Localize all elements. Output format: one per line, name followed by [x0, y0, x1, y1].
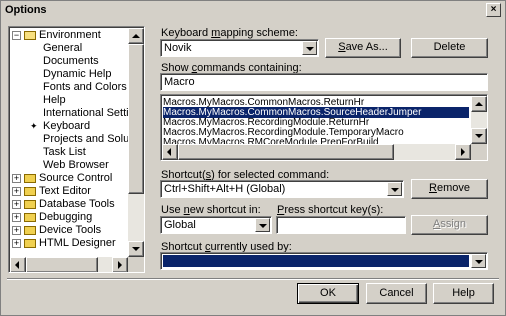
tree-item-label: Device Tools	[39, 224, 102, 236]
mapping-scheme-dropdown[interactable]: Novik	[160, 39, 319, 57]
tree-vertical-scrollbar[interactable]	[128, 28, 144, 257]
tree-scroll-thumb[interactable]	[128, 44, 144, 194]
commands-horizontal-scrollbar[interactable]	[162, 144, 471, 160]
shortcuts-dropdown[interactable]: Ctrl+Shift+Alt+H (Global)	[160, 180, 404, 198]
command-filter-input[interactable]: Macro	[160, 73, 488, 91]
title-bar[interactable]: Options ×	[1, 1, 505, 20]
chevron-down-icon[interactable]	[387, 182, 402, 196]
expand-icon[interactable]: +	[12, 239, 21, 248]
folder-open-icon	[24, 31, 36, 40]
folder-icon	[24, 174, 36, 183]
commands-scroll-left-button[interactable]	[162, 144, 178, 160]
currently-used-selection	[163, 255, 469, 267]
collapse-icon[interactable]: −	[12, 31, 21, 40]
folder-icon	[24, 239, 36, 248]
tree-scroll-down-button[interactable]	[128, 241, 144, 257]
command-filter-value: Macro	[164, 76, 195, 88]
pointer-arrow-icon: ✦	[30, 121, 38, 131]
tree-scroll-up-button[interactable]	[128, 28, 144, 44]
mapping-scheme-label: Keyboard mapping scheme:	[161, 27, 298, 39]
ok-button[interactable]: OK	[297, 283, 359, 304]
tree-item-label: Text Editor	[39, 185, 91, 197]
tree-scroll-right-button[interactable]	[112, 257, 128, 272]
scroll-corner	[128, 257, 144, 272]
tree-item-label: Task List	[43, 146, 86, 158]
commands-scroll-down-button[interactable]	[471, 128, 487, 144]
expand-icon[interactable]: +	[12, 200, 21, 209]
commands-vertical-scrollbar[interactable]	[471, 96, 487, 144]
commands-hscroll-thumb[interactable]	[178, 144, 394, 160]
folder-icon	[24, 213, 36, 222]
chevron-down-icon[interactable]	[302, 41, 317, 55]
tree-item-label: Help	[43, 94, 66, 106]
commands-scroll-right-button[interactable]	[455, 144, 471, 160]
tree-item-label: Web Browser	[43, 159, 109, 171]
shortcut-value: Ctrl+Shift+Alt+H (Global)	[164, 183, 286, 195]
tree-item-label: Fonts and Colors	[43, 81, 127, 93]
tree-item-label: Dynamic Help	[43, 68, 112, 80]
remove-button[interactable]: Remove	[411, 179, 488, 199]
folder-icon	[24, 226, 36, 235]
expand-icon[interactable]: +	[12, 213, 21, 222]
tree-item-label: HTML Designer	[39, 237, 116, 249]
tree-horizontal-scrollbar[interactable]	[10, 257, 128, 272]
folder-icon	[24, 200, 36, 209]
tree-item-label: Debugging	[39, 211, 93, 223]
tree-item-label: Source Control	[39, 172, 113, 184]
tree-item-label: Environment	[39, 29, 101, 41]
expand-icon[interactable]: +	[12, 187, 21, 196]
tree-scroll-left-button[interactable]	[10, 257, 26, 272]
options-tree[interactable]: − Environment General Documents Dynamic Help…	[8, 26, 145, 273]
save-as-button[interactable]: Save As...	[325, 38, 401, 58]
chevron-down-icon[interactable]	[255, 218, 270, 232]
expand-icon[interactable]: +	[12, 174, 21, 183]
footer-divider	[7, 278, 499, 280]
delete-button[interactable]: Delete	[411, 38, 488, 58]
chevron-down-icon[interactable]	[471, 254, 486, 268]
window-title: Options	[5, 4, 47, 16]
close-icon: ×	[490, 4, 497, 15]
use-shortcut-in-value: Global	[164, 219, 196, 231]
commands-list[interactable]: Macros.MyMacros.CommonMacros.ReturnHr Mac…	[160, 94, 488, 161]
use-shortcut-in-dropdown[interactable]: Global	[160, 216, 272, 234]
expand-icon[interactable]: +	[12, 226, 21, 235]
mapping-scheme-value: Novik	[164, 42, 192, 54]
tree-hscroll-thumb[interactable]	[26, 257, 98, 272]
tree-item-label: General	[43, 42, 83, 54]
commands-scroll-corner	[471, 144, 487, 160]
currently-used-dropdown[interactable]	[160, 252, 488, 270]
close-button[interactable]: ×	[486, 3, 501, 17]
commands-scroll-up-button[interactable]	[471, 96, 487, 112]
cancel-button[interactable]: Cancel	[366, 283, 427, 304]
assign-button[interactable]: Assign	[411, 215, 488, 235]
use-new-shortcut-label: Use new shortcut in:	[161, 204, 261, 216]
tree-item-label: Keyboard	[43, 120, 91, 132]
press-shortcut-input[interactable]	[276, 216, 406, 234]
tree-item-label: Database Tools	[39, 198, 115, 210]
folder-icon	[24, 187, 36, 196]
tree-item-label: Documents	[43, 55, 99, 67]
options-dialog: Options × − Environment General Documents Dy…	[0, 0, 506, 316]
press-shortcut-label: Press shortcut key(s):	[277, 204, 384, 216]
help-button[interactable]: Help	[433, 283, 494, 304]
